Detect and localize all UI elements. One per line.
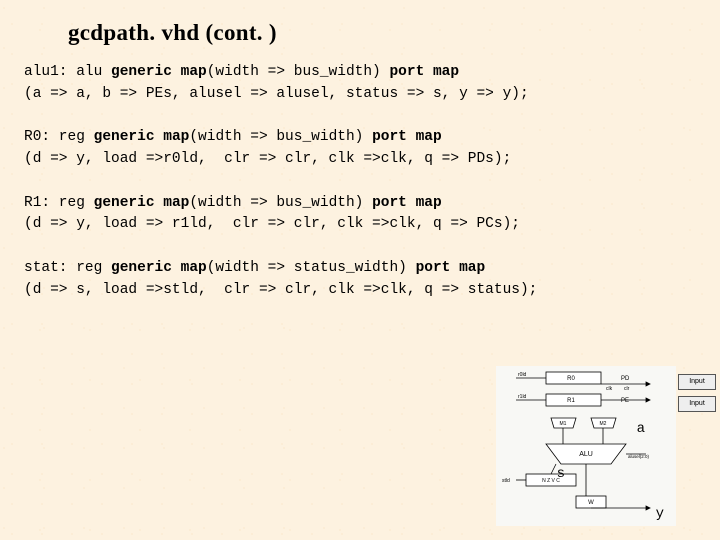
svg-text:ALU: ALU [579, 451, 593, 458]
b2-line2: (d => y, load =>r0ld, clr => clr, clk =>… [24, 151, 511, 167]
block-diagram: R0 R1 PD PE M1 M2 ALU N Z V C W r0ld [496, 366, 676, 526]
svg-text:alusel(2:0): alusel(2:0) [628, 454, 650, 459]
page-title: gcdpath. vhd (cont. ) [0, 0, 720, 46]
svg-text:M2: M2 [600, 421, 607, 427]
diagram-label-s: s [557, 466, 565, 482]
b4-kw1: generic map [111, 260, 207, 276]
b1-kw2: port map [389, 64, 459, 80]
b4-prefix: stat: reg [24, 260, 111, 276]
diagram-label-y: y [656, 506, 664, 522]
input-box-1: Input [678, 374, 716, 390]
b3-kw1: generic map [94, 195, 190, 211]
b3-kw2: port map [372, 195, 442, 211]
svg-text:M1: M1 [560, 421, 567, 427]
b1-line2: (a => a, b => PEs, alusel => alusel, sta… [24, 86, 529, 102]
svg-text:R0: R0 [567, 376, 575, 382]
svg-text:clk: clk [606, 386, 613, 392]
b2-kw1: generic map [94, 129, 190, 145]
b3-line2: (d => y, load => r1ld, clr => clr, clk =… [24, 216, 520, 232]
svg-text:W: W [588, 500, 594, 506]
svg-text:PE: PE [621, 398, 629, 404]
svg-text:R1: R1 [567, 398, 575, 404]
b3-mid: (width => bus_width) [189, 195, 372, 211]
svg-text:r1ld: r1ld [518, 394, 527, 400]
svg-text:clr: clr [624, 386, 630, 392]
b4-mid: (width => status_width) [207, 260, 416, 276]
b2-kw2: port map [372, 129, 442, 145]
svg-text:stld: stld [502, 478, 510, 484]
b2-mid: (width => bus_width) [189, 129, 372, 145]
input-box-2: Input [678, 396, 716, 412]
b1-kw1: generic map [111, 64, 207, 80]
b4-line2: (d => s, load =>stld, clr => clr, clk =>… [24, 282, 537, 298]
b2-prefix: R0: reg [24, 129, 94, 145]
diagram-label-a: a [637, 421, 645, 437]
svg-text:PD: PD [621, 376, 630, 382]
b1-mid: (width => bus_width) [207, 64, 390, 80]
b3-prefix: R1: reg [24, 195, 94, 211]
code-block: alu1: alu generic map(width => bus_width… [0, 46, 720, 301]
b4-kw2: port map [416, 260, 486, 276]
b1-prefix: alu1: alu [24, 64, 111, 80]
svg-text:r0ld: r0ld [518, 372, 527, 378]
